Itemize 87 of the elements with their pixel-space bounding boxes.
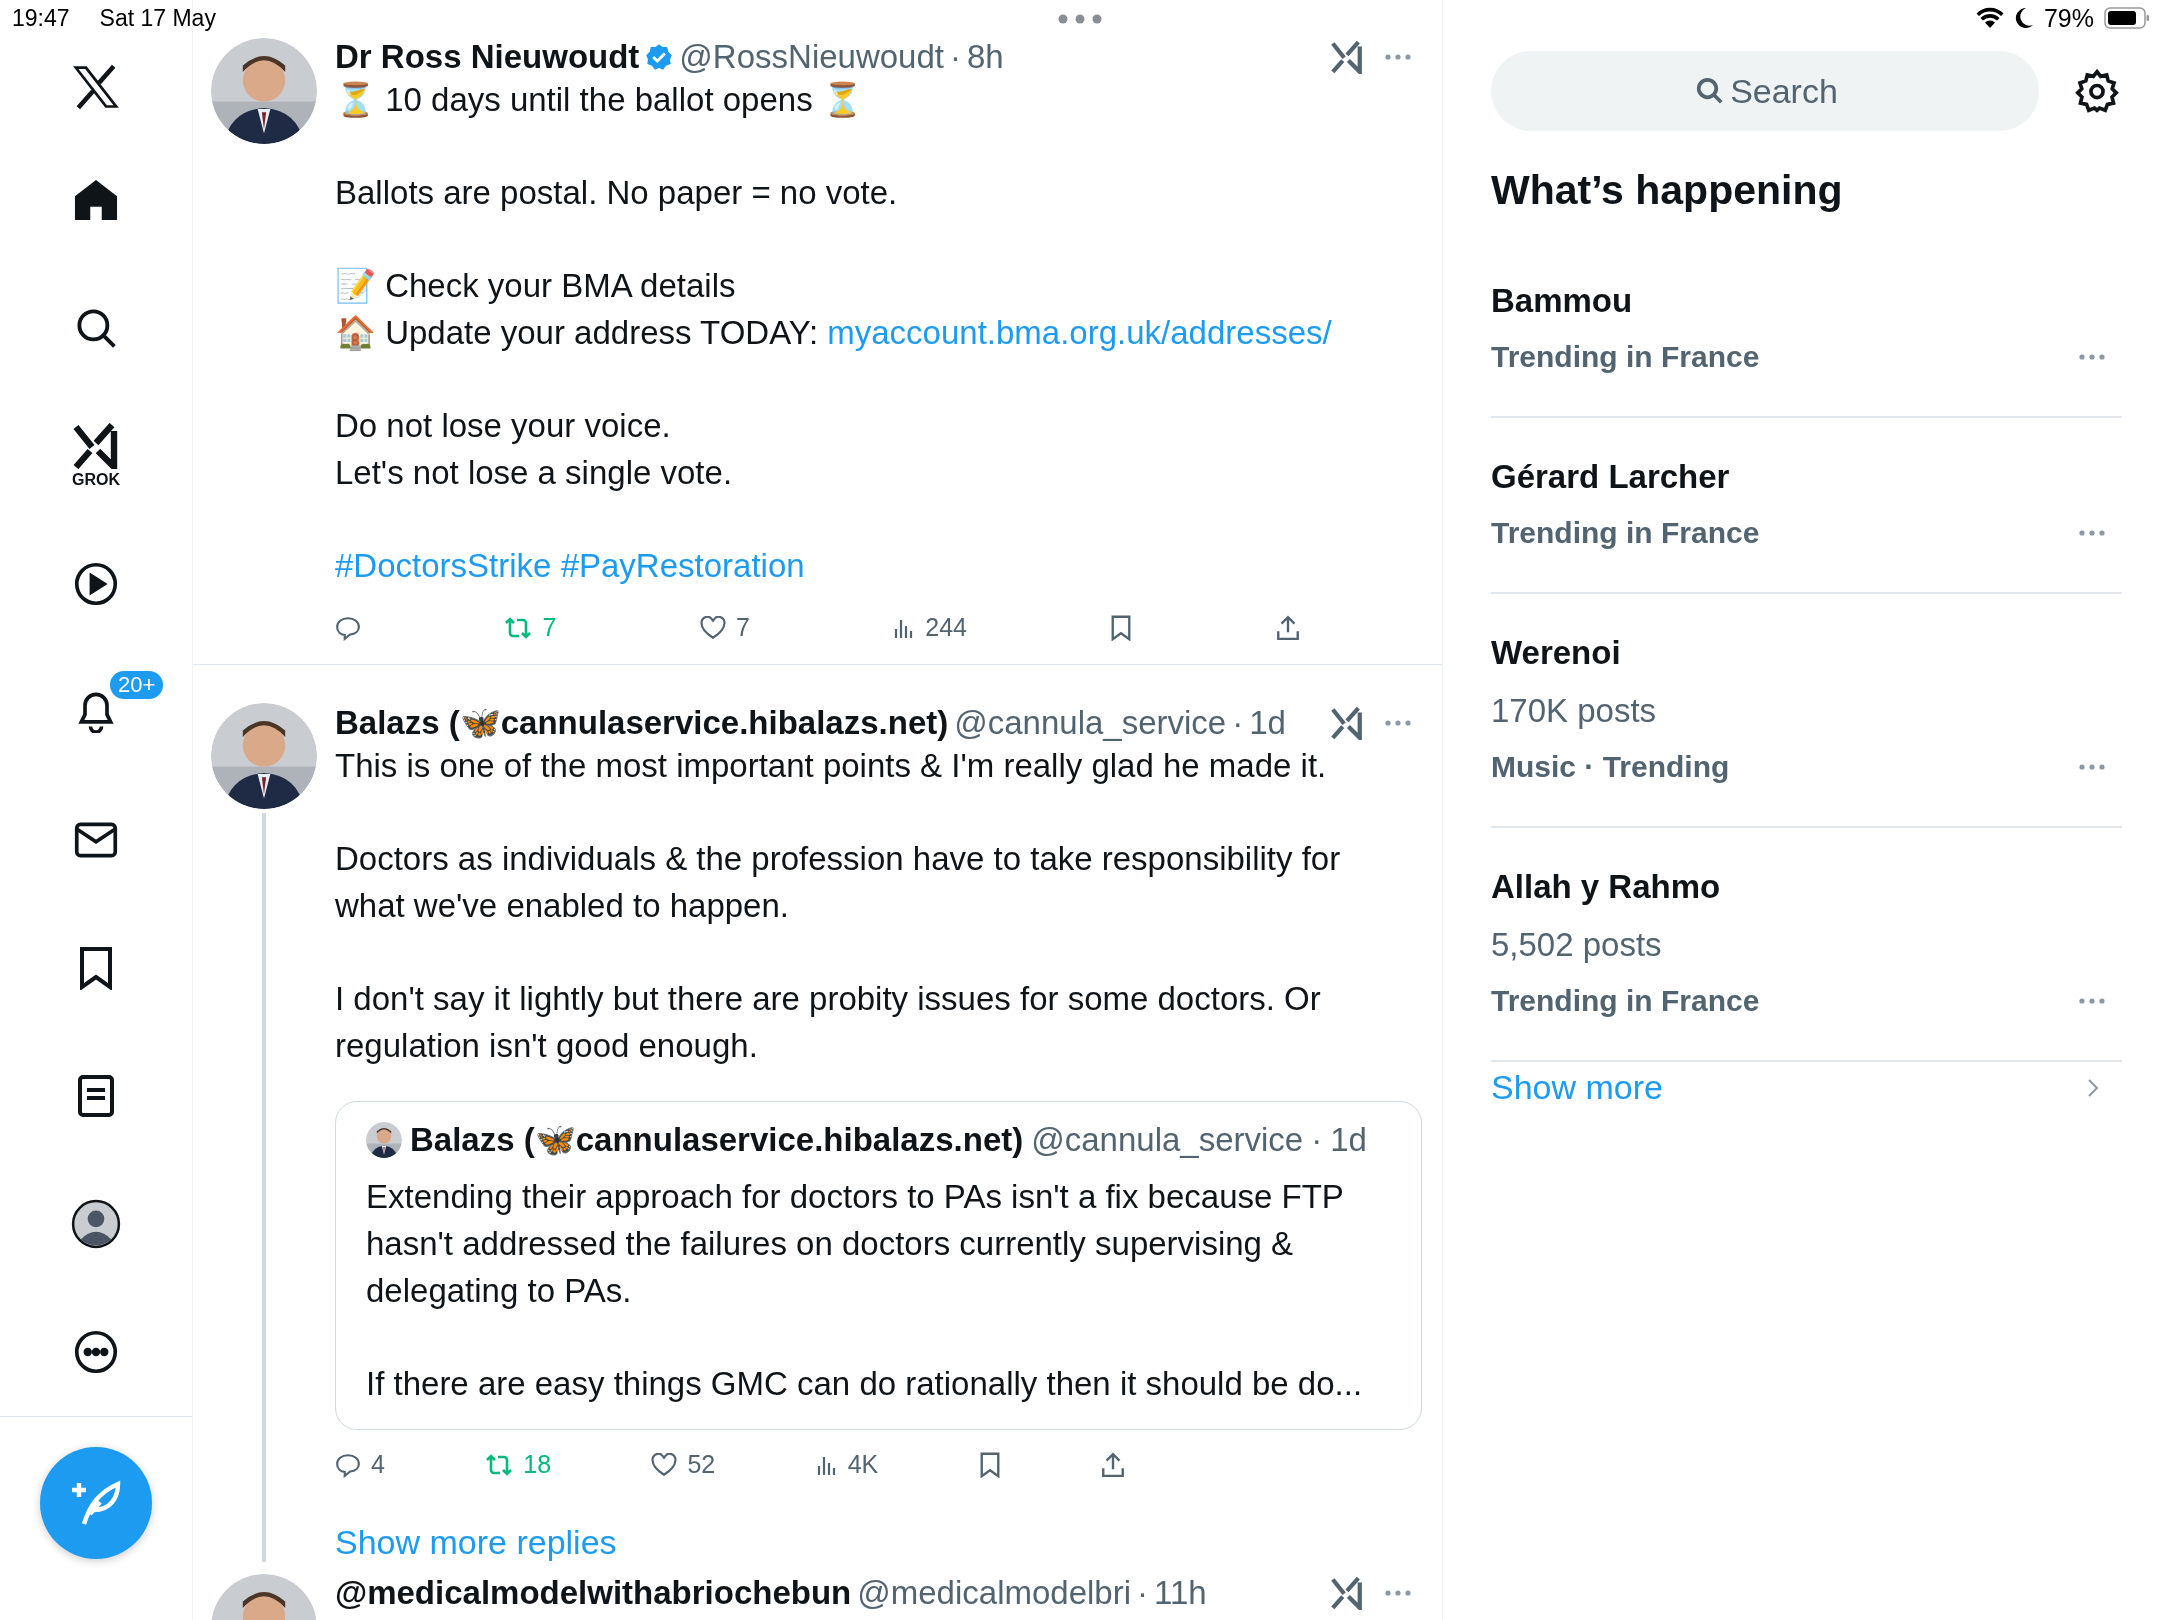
trend-title[interactable]: Allah y Rahmo — [1491, 868, 2122, 906]
profile-icon[interactable] — [71, 1199, 121, 1249]
feather-plus-icon — [70, 1480, 122, 1526]
play-icon[interactable] — [74, 562, 118, 606]
bookmark-button[interactable] — [978, 1450, 1001, 1479]
author-name[interactable]: Dr Ross Nieuwoudt — [335, 38, 640, 76]
post-time[interactable]: 1d — [1249, 703, 1286, 742]
share-icon — [1275, 614, 1300, 641]
battery-percent: 79% — [2043, 3, 2094, 33]
trend-title[interactable]: Bammou — [1491, 282, 2122, 320]
mail-icon[interactable] — [74, 821, 118, 859]
document-icon[interactable] — [77, 1074, 115, 1118]
repost-icon — [504, 615, 533, 640]
author-handle[interactable]: @medicalmodelbri — [857, 1574, 1132, 1612]
status-date: Sat 17 May — [99, 4, 216, 32]
repost-icon — [485, 1452, 514, 1477]
time-separator: · — [950, 38, 961, 76]
trend-post-count: 170K posts — [1491, 692, 1658, 730]
quoted-text: Extending their approach for doctors to PAs isn't a fix because FTP hasn't addressed the failures on doctors currently supervising & delegating to PAs. — [366, 1177, 1345, 1311]
author-handle[interactable]: @RossNieuwoudt — [679, 38, 944, 76]
compose-button[interactable] — [40, 1447, 152, 1559]
post-text: I don't say it lightly but there are probity issues for some doctors. Or regulation isn't good enough. — [335, 979, 1322, 1066]
post-text: 🏠 Update your address TODAY: myaccount.bma.org.uk/addresses/ — [335, 313, 1333, 353]
grok-label: GROK — [72, 471, 120, 489]
author-name[interactable]: Balazs (🦋cannulaservice.hibalazs.net) — [410, 1120, 1024, 1159]
share-icon — [1101, 1451, 1125, 1478]
trend-context: Trending in France — [1491, 340, 1760, 374]
heart-icon — [651, 1452, 678, 1477]
post-text: This is one of the most important points & I'm really glad he made it. — [335, 746, 1328, 786]
trend-title[interactable]: Werenoi — [1491, 634, 2122, 672]
share-button[interactable] — [1101, 1450, 1125, 1479]
post-text: Doctors as individuals & the profession have to take responsibility for what we've enabled to happen. — [335, 839, 1342, 926]
quoted-post[interactable] — [335, 1101, 1422, 1430]
views-button[interactable]: 4K — [815, 1450, 879, 1479]
post-text: Do not lose your voice. — [335, 406, 672, 446]
search-field[interactable]: Search — [1491, 51, 2039, 131]
trend-context: Music · Trending — [1491, 750, 1730, 784]
settings-icon[interactable] — [2075, 69, 2119, 113]
grok-icon[interactable] — [1330, 1576, 1364, 1610]
reply-button[interactable]: 4 — [335, 1450, 385, 1479]
x-logo[interactable] — [71, 64, 121, 110]
moon-icon — [2013, 7, 2034, 29]
views-button[interactable]: 244 — [893, 613, 967, 642]
multitasking-dots-icon[interactable] — [1058, 14, 1102, 24]
time-separator: · — [1137, 1574, 1149, 1612]
status-time: 19:47 — [12, 4, 70, 32]
trend-context: Trending in France — [1491, 984, 1760, 1018]
trend-title[interactable]: Gérard Larcher — [1491, 458, 2122, 496]
chevron-right-icon — [2086, 1076, 2100, 1099]
author-name[interactable]: Balazs (🦋cannulaservice.hibalazs.net) — [335, 703, 949, 742]
bookmark-icon — [978, 1451, 1001, 1478]
search-icon[interactable] — [75, 307, 117, 349]
post-text: 📝 Check your BMA details — [335, 266, 737, 306]
verified-badge-icon — [645, 43, 674, 71]
bookmark-button[interactable] — [1110, 613, 1133, 642]
like-button[interactable]: 7 — [699, 613, 750, 642]
post-text: ⏳ 10 days until the ballot opens ⏳ — [335, 80, 864, 120]
grok-icon[interactable] — [1330, 40, 1364, 74]
section-heading: What’s happening — [1491, 167, 1844, 214]
author-name[interactable]: @medicalmodelwithabriochebun — [335, 1574, 852, 1612]
wifi-icon — [1975, 7, 2004, 29]
share-button[interactable] — [1275, 613, 1300, 642]
notification-badge: 20+ — [108, 669, 166, 701]
post-text: Ballots are postal. No paper = no vote. — [335, 173, 899, 213]
author-handle[interactable]: @cannula_service — [954, 703, 1227, 742]
trend-post-count: 5,502 posts — [1491, 926, 1663, 964]
post-text: Let's not lose a single vote. — [335, 453, 734, 493]
time-separator: · — [1232, 703, 1244, 742]
grok-icon[interactable] — [72, 423, 120, 469]
post-time[interactable]: 1d — [1330, 1120, 1367, 1159]
like-button[interactable]: 52 — [651, 1450, 716, 1479]
home-icon[interactable] — [73, 178, 119, 222]
trend-context: Trending in France — [1491, 516, 1760, 550]
quoted-text: If there are easy things GMC can do rationally then it should be do... — [366, 1364, 1364, 1404]
bookmark-icon[interactable] — [78, 946, 114, 990]
search-icon — [1695, 76, 1725, 106]
heart-icon — [699, 615, 726, 640]
more-icon[interactable] — [74, 1330, 118, 1374]
reply-icon — [335, 1451, 361, 1478]
grok-icon[interactable] — [1330, 705, 1364, 740]
battery-icon — [2104, 7, 2150, 29]
time-separator: · — [1311, 1120, 1323, 1159]
post-time[interactable]: 8h — [967, 38, 1004, 76]
bookmark-icon — [1110, 614, 1133, 641]
post-time[interactable]: 11h — [1154, 1574, 1207, 1612]
author-handle[interactable]: @cannula_service — [1031, 1120, 1304, 1159]
reply-icon — [335, 614, 361, 641]
